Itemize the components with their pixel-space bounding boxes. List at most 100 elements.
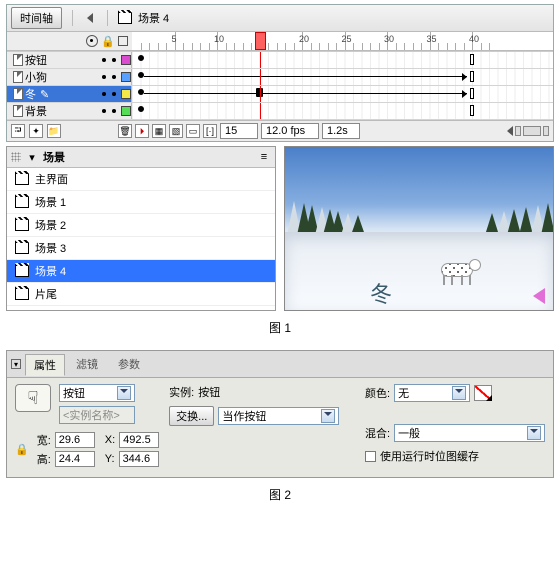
properties-panel: ▾ 属性 滤镜 参数 ☟ 按钮 <实例名称> 🔒 宽:29.6 X:492.5 … bbox=[6, 350, 554, 478]
scenes-header-label: 场景 bbox=[43, 149, 65, 165]
fps-field[interactable]: 12.0 fps bbox=[261, 123, 319, 139]
scene-item[interactable]: 片尾 bbox=[7, 283, 275, 306]
pencil-icon: ✎ bbox=[40, 88, 49, 101]
swap-symbol-button[interactable]: 交换... bbox=[169, 406, 214, 426]
layer-track[interactable] bbox=[132, 86, 553, 102]
onion-outline-icon[interactable]: ▧ bbox=[169, 124, 183, 138]
layer-color-swatch[interactable] bbox=[121, 72, 131, 82]
layer-name: 冬 bbox=[25, 86, 36, 102]
frame-ruler[interactable]: 510152025303540 bbox=[132, 32, 553, 50]
scene-clap-icon bbox=[15, 265, 29, 277]
layer-icon bbox=[13, 88, 23, 100]
scene-item-label: 场景 4 bbox=[35, 263, 66, 279]
bitmap-cache-label: 使用运行时位图缓存 bbox=[380, 448, 479, 464]
lock-column-icon[interactable]: 🔒 bbox=[101, 35, 115, 48]
panel-grip-icon[interactable] bbox=[11, 152, 21, 162]
timeline-header-row: 🔒 510152025303540 bbox=[7, 32, 553, 51]
elapsed-time-field: 1.2s bbox=[322, 123, 360, 139]
scene-clap-icon bbox=[15, 219, 29, 231]
lock-wh-icon[interactable]: 🔒 bbox=[15, 443, 29, 456]
scene-clap-icon bbox=[15, 242, 29, 254]
layer-name: 背景 bbox=[25, 103, 47, 119]
stage-preview: 冬 bbox=[284, 146, 554, 311]
y-field[interactable]: 344.6 bbox=[119, 451, 159, 467]
layer-row[interactable]: 小狗 bbox=[7, 69, 553, 86]
blend-mode-select[interactable]: 一般 bbox=[394, 424, 545, 442]
scenes-menu-icon[interactable]: ≡ bbox=[257, 150, 271, 164]
scene-item-label: 场景 2 bbox=[35, 217, 66, 233]
symbol-type-select[interactable]: 按钮 bbox=[59, 384, 135, 402]
collapse-icon[interactable]: ▾ bbox=[11, 359, 21, 369]
layer-icon bbox=[13, 54, 23, 66]
edit-multiframe-icon[interactable]: ▭ bbox=[186, 124, 200, 138]
scene-item-label: 主界面 bbox=[35, 171, 68, 187]
layer-icon bbox=[13, 71, 23, 83]
x-field[interactable]: 492.5 bbox=[119, 432, 159, 448]
scene-item[interactable]: 场景 3 bbox=[7, 237, 275, 260]
timeline-tab-button[interactable]: 时间轴 bbox=[11, 7, 62, 29]
outline-column-icon[interactable] bbox=[118, 36, 128, 46]
delete-layer-icon[interactable]: 🗑 bbox=[118, 124, 132, 138]
timeline-scroll[interactable] bbox=[507, 126, 549, 136]
scene-clap-icon bbox=[15, 196, 29, 208]
visibility-column-icon[interactable] bbox=[86, 35, 98, 47]
figure-1-caption: 图 1 bbox=[0, 319, 560, 336]
prev-scene-icon[interactable] bbox=[83, 11, 97, 25]
scene-item[interactable]: 场景 1 bbox=[7, 191, 275, 214]
symbol-thumbnail: ☟ bbox=[15, 384, 51, 412]
instance-name-input[interactable]: <实例名称> bbox=[59, 406, 135, 424]
height-field[interactable]: 24.4 bbox=[55, 451, 95, 467]
instance-label: 实例: bbox=[169, 384, 194, 400]
winter-glyph: 冬 bbox=[370, 277, 392, 309]
width-field[interactable]: 29.6 bbox=[55, 432, 95, 448]
new-guide-layer-icon[interactable]: ✦ bbox=[29, 124, 43, 138]
properties-tabbar: ▾ 属性 滤镜 参数 bbox=[7, 351, 553, 378]
center-playhead-icon[interactable]: ⏵ bbox=[135, 124, 149, 138]
layer-color-swatch[interactable] bbox=[121, 55, 131, 65]
layer-track[interactable] bbox=[132, 52, 553, 68]
preview-prev-icon[interactable] bbox=[533, 288, 545, 304]
layer-row[interactable]: 按钮 bbox=[7, 52, 553, 69]
scene-item-label: 场景 1 bbox=[35, 194, 66, 210]
behavior-select[interactable]: 当作按钮 bbox=[218, 407, 339, 425]
blend-label: 混合: bbox=[365, 425, 390, 441]
scenes-panel: ▾ 场景 ≡ 主界面场景 1 场景 2 场景 3 场景 4 片尾 bbox=[6, 146, 276, 311]
layer-color-swatch[interactable] bbox=[121, 106, 131, 116]
scenes-dropdown-icon[interactable]: ▾ bbox=[25, 150, 39, 164]
figure-2-caption: 图 2 bbox=[0, 486, 560, 503]
scene-item[interactable]: 场景 4 bbox=[7, 260, 275, 283]
timeline-titlebar: 时间轴 场景 4 bbox=[7, 5, 553, 32]
scene-clap-icon bbox=[118, 11, 132, 25]
onion-skin-icon[interactable]: ▦ bbox=[152, 124, 166, 138]
bitmap-cache-checkbox[interactable] bbox=[365, 451, 376, 462]
timeline-panel: 时间轴 场景 4 🔒 510152025303540 按钮小狗冬✎背景 ⮒ ✦ … bbox=[6, 4, 554, 142]
layer-name: 小狗 bbox=[25, 69, 47, 85]
color-label: 颜色: bbox=[365, 385, 390, 401]
layer-name: 按钮 bbox=[25, 52, 47, 68]
dalmatian-sprite bbox=[435, 257, 481, 285]
scene-item[interactable]: 场景 2 bbox=[7, 214, 275, 237]
current-scene-label: 场景 4 bbox=[138, 10, 169, 26]
layer-track[interactable] bbox=[132, 103, 553, 119]
current-frame-field[interactable]: 15 bbox=[220, 123, 258, 139]
tab-properties[interactable]: 属性 bbox=[25, 354, 65, 376]
layer-row[interactable]: 冬✎ bbox=[7, 86, 553, 103]
timeline-footer: ⮒ ✦ 📁 🗑 ⏵ ▦ ▧ ▭ [·] 15 12.0 fps 1.2s bbox=[7, 120, 553, 141]
layer-rows: 按钮小狗冬✎背景 bbox=[7, 51, 553, 120]
color-swatch[interactable] bbox=[474, 385, 492, 401]
tab-params[interactable]: 参数 bbox=[109, 353, 149, 375]
tab-filters[interactable]: 滤镜 bbox=[67, 353, 107, 375]
scene-clap-icon bbox=[15, 288, 29, 300]
onion-markers-icon[interactable]: [·] bbox=[203, 124, 217, 138]
layer-row[interactable]: 背景 bbox=[7, 103, 553, 120]
layer-icon bbox=[13, 105, 23, 117]
scene-item-label: 片尾 bbox=[35, 286, 57, 302]
scene-item[interactable]: 主界面 bbox=[7, 168, 275, 191]
new-layer-icon[interactable]: ⮒ bbox=[11, 124, 25, 138]
scene-item-label: 场景 3 bbox=[35, 240, 66, 256]
layer-color-swatch[interactable] bbox=[121, 89, 131, 99]
color-effect-select[interactable]: 无 bbox=[394, 384, 470, 402]
scene-list: 主界面场景 1 场景 2 场景 3 场景 4 片尾 bbox=[7, 168, 275, 306]
layer-track[interactable] bbox=[132, 69, 553, 85]
new-folder-icon[interactable]: 📁 bbox=[47, 124, 61, 138]
